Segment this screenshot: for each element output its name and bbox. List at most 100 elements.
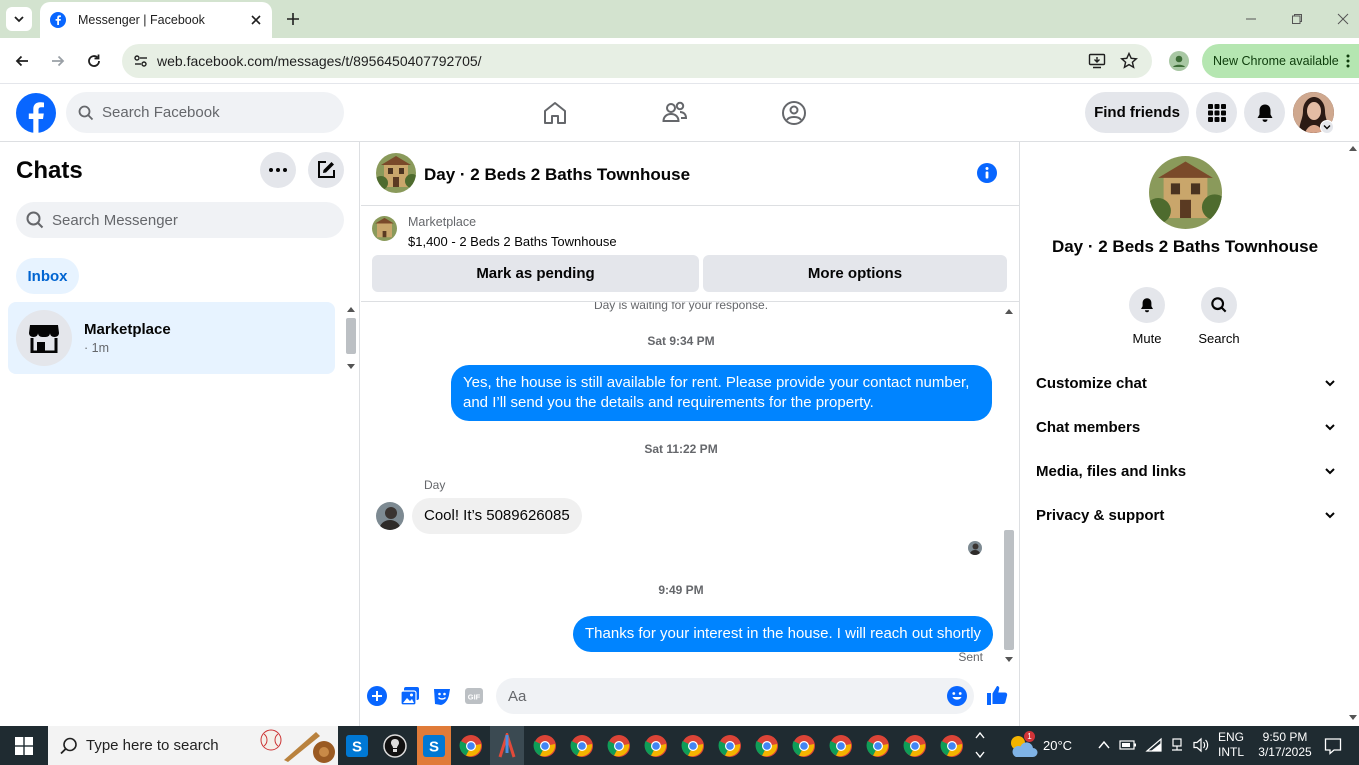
language-indicator[interactable]: ENG INTL [1214, 730, 1248, 760]
search-in-conversation-action[interactable]: Search [1189, 287, 1249, 346]
forward-button[interactable] [46, 49, 70, 73]
chrome-update-button[interactable]: New Chrome available [1202, 44, 1359, 78]
friends-nav-button[interactable] [658, 96, 692, 130]
start-button[interactable] [0, 726, 48, 765]
facebook-header: Find friends [0, 84, 1359, 142]
home-nav-button[interactable] [538, 96, 572, 130]
message-bubble-outgoing[interactable]: Yes, the house is still available for re… [451, 365, 992, 421]
chats-options-button[interactable] [260, 152, 296, 188]
new-message-button[interactable] [308, 152, 344, 188]
taskbar-app-chrome-11[interactable] [863, 731, 893, 761]
svg-text:S: S [429, 738, 439, 755]
sender-name: Day [424, 478, 446, 492]
mute-action[interactable]: Mute [1117, 287, 1177, 346]
taskbar-app-chrome-7[interactable] [715, 731, 745, 761]
tab-search-button[interactable] [6, 7, 32, 31]
taskbar-app-chrome-9[interactable] [789, 731, 819, 761]
chats-scrollbar[interactable] [344, 304, 358, 374]
page-scroll-down-icon[interactable] [1348, 714, 1358, 722]
section-customize-chat[interactable]: Customize chat [1028, 361, 1344, 405]
address-bar[interactable]: web.facebook.com/messages/t/895645040779… [122, 44, 1152, 78]
mark-as-pending-button[interactable]: Mark as pending [372, 255, 699, 292]
messenger-search[interactable] [16, 202, 344, 238]
plus-circle-icon[interactable] [367, 686, 387, 706]
reload-button[interactable] [82, 49, 106, 73]
profile-icon[interactable] [1169, 51, 1189, 71]
taskbar-app-active[interactable] [490, 726, 524, 765]
bookmark-star-icon[interactable] [1120, 52, 1138, 70]
message-bubble-outgoing[interactable]: Thanks for your interest in the house. I… [573, 616, 994, 652]
taskbar-app-skype-orange[interactable]: S [417, 726, 451, 765]
chrome-icon [459, 735, 482, 757]
install-app-icon[interactable] [1088, 52, 1106, 70]
notification-center-icon[interactable] [1324, 737, 1342, 755]
back-button[interactable] [10, 49, 34, 73]
taskbar-app-chrome-3[interactable] [567, 731, 597, 761]
details-avatar[interactable] [1149, 156, 1222, 229]
close-window-button[interactable] [1332, 8, 1354, 30]
taskbar-app-chrome-1[interactable] [456, 731, 486, 761]
new-tab-button[interactable] [282, 8, 304, 30]
site-settings-icon[interactable] [133, 53, 149, 69]
facebook-search[interactable] [66, 92, 344, 133]
network-icon[interactable] [1169, 737, 1185, 753]
sender-avatar[interactable] [376, 502, 404, 530]
clock[interactable]: 9:50 PM 3/17/2025 [1252, 730, 1318, 760]
svg-text:S: S [352, 739, 362, 756]
chat-list-item-marketplace[interactable]: Marketplace · 1m [8, 302, 335, 374]
conversation-title[interactable]: Day · 2 Beds 2 Baths Townhouse [424, 165, 690, 185]
taskbar-search[interactable] [48, 726, 338, 765]
listing-title[interactable]: $1,400 - 2 Beds 2 Baths Townhouse [408, 234, 617, 249]
photo-gallery-icon[interactable] [400, 686, 420, 706]
more-options-button[interactable]: More options [703, 255, 1007, 292]
sticker-icon[interactable] [432, 686, 452, 706]
menu-button[interactable] [1196, 92, 1237, 133]
wifi-icon[interactable] [1145, 737, 1163, 753]
battery-icon[interactable] [1119, 738, 1137, 752]
taskbar-app-chrome-13[interactable] [937, 731, 967, 761]
taskbar-app-chrome-6[interactable] [678, 731, 708, 761]
volume-icon[interactable] [1192, 737, 1210, 753]
section-media-files-links[interactable]: Media, files and links [1028, 449, 1344, 493]
gif-icon[interactable]: GIF [464, 686, 484, 706]
find-friends-button[interactable]: Find friends [1085, 92, 1189, 133]
inbox-filter-tab[interactable]: Inbox [16, 258, 79, 294]
message-input-box[interactable] [496, 678, 974, 714]
page-scroll-up-icon[interactable] [1348, 144, 1358, 152]
taskbar-app-chrome-2[interactable] [530, 731, 560, 761]
taskbar-app-skype-blue[interactable]: S [342, 731, 372, 761]
messages-scrollbar[interactable] [1001, 305, 1017, 667]
mute-label: Mute [1132, 331, 1162, 346]
restore-button[interactable] [1286, 8, 1308, 30]
taskbar-app-chrome-12[interactable] [900, 731, 930, 761]
taskbar-app-chrome-10[interactable] [826, 731, 856, 761]
taskbar-app-chrome-4[interactable] [604, 731, 634, 761]
facebook-logo-icon[interactable] [16, 93, 56, 133]
section-privacy-support[interactable]: Privacy & support [1028, 493, 1344, 537]
section-chat-members[interactable]: Chat members [1028, 405, 1344, 449]
listing-thumbnail[interactable] [372, 216, 397, 241]
temperature[interactable]: 20°C [1043, 738, 1072, 753]
taskbar-overflow-arrows-icon[interactable] [974, 728, 986, 762]
taskbar-app-chrome-8[interactable] [752, 731, 782, 761]
message-bubble-incoming[interactable]: Cool! It’s 5089626085 [412, 498, 582, 534]
chevron-up-icon[interactable] [1097, 739, 1111, 751]
thumbs-up-icon[interactable] [986, 684, 1008, 706]
conversation-avatar[interactable] [376, 153, 416, 193]
account-menu-chevron[interactable] [1320, 120, 1334, 134]
baseball-search-highlight-icon[interactable] [258, 728, 338, 764]
taskbar-app-chrome-5[interactable] [641, 731, 671, 761]
message-input[interactable] [508, 687, 928, 705]
tab-close-icon[interactable] [250, 14, 262, 26]
emoji-icon[interactable] [947, 686, 967, 706]
taskbar-search-input[interactable] [86, 737, 256, 754]
browser-tab-messenger[interactable]: Messenger | Facebook [40, 2, 272, 38]
notifications-button[interactable] [1244, 92, 1285, 133]
minimize-button[interactable] [1240, 8, 1262, 30]
info-icon[interactable] [977, 163, 997, 183]
groups-nav-button[interactable] [777, 96, 811, 130]
messenger-search-input[interactable] [52, 211, 332, 229]
facebook-search-input[interactable] [102, 104, 322, 121]
timestamp: 9:49 PM [658, 583, 704, 597]
taskbar-app-tool[interactable] [380, 731, 410, 761]
